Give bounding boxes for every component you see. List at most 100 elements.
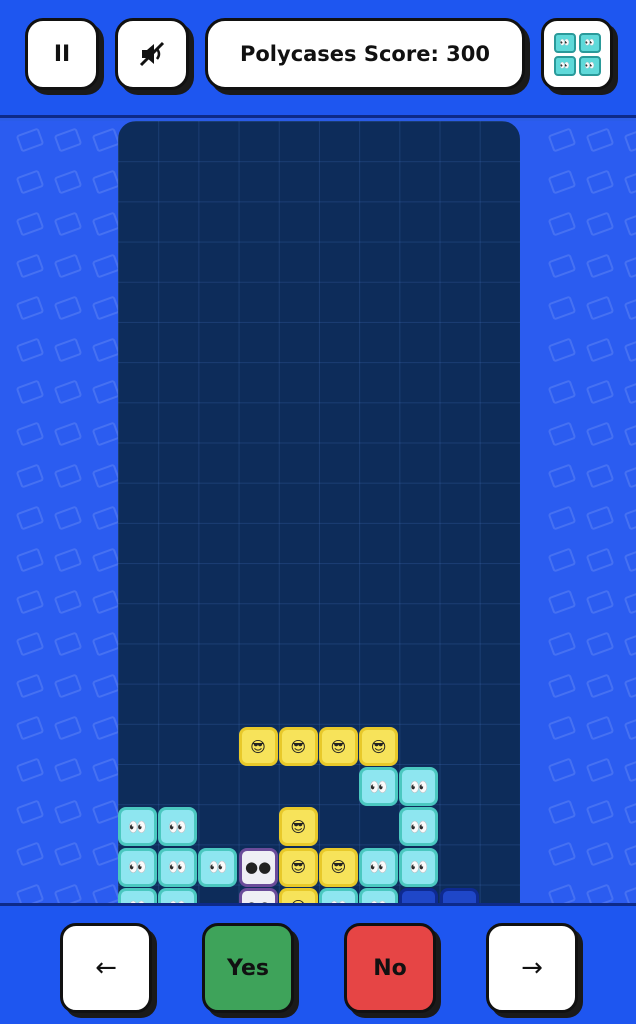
sound-toggle-button[interactable]	[115, 18, 189, 90]
pattern-envelope-icon	[91, 211, 121, 237]
mini-block: 👀	[578, 55, 601, 76]
block-face-icon: 👀	[409, 777, 429, 796]
block-face-icon: 👀	[409, 817, 429, 836]
pattern-envelope-icon	[53, 421, 83, 447]
pattern-envelope-icon	[15, 547, 45, 573]
pattern-envelope-icon	[53, 253, 83, 279]
pattern-envelope-icon	[623, 169, 636, 195]
pattern-envelope-icon	[547, 127, 577, 153]
pattern-envelope-icon	[547, 715, 577, 741]
pattern-envelope-icon	[585, 841, 615, 867]
pattern-envelope-icon	[585, 757, 615, 783]
pattern-envelope-icon	[585, 211, 615, 237]
block-menu-button[interactable]: 👀 👀 👀 👀	[541, 18, 613, 90]
pattern-envelope-icon	[623, 421, 636, 447]
pattern-envelope-icon	[15, 757, 45, 783]
block-face-icon: 😎	[290, 737, 307, 756]
pattern-envelope-icon	[53, 715, 83, 741]
pattern-envelope-icon	[15, 463, 45, 489]
yellow-block: 😎	[319, 727, 358, 766]
pattern-envelope-icon	[53, 631, 83, 657]
pattern-envelope-icon	[15, 589, 45, 615]
yes-button[interactable]: Yes	[202, 923, 294, 1013]
pattern-envelope-icon	[91, 169, 121, 195]
cyan-block: 👀	[118, 807, 157, 847]
white-block: ●●	[238, 847, 278, 887]
pattern-envelope-icon	[585, 127, 615, 153]
no-label: No	[373, 955, 407, 981]
pattern-envelope-icon	[15, 379, 45, 405]
pattern-envelope-icon	[15, 127, 45, 153]
yellow-block: 😎	[319, 847, 358, 887]
score-text: Polycases Score: 300	[239, 42, 491, 66]
pattern-envelope-icon	[91, 841, 121, 867]
pattern-envelope-icon	[623, 127, 636, 153]
pattern-envelope-icon	[585, 379, 615, 405]
pattern-envelope-icon	[53, 463, 83, 489]
pattern-envelope-icon	[547, 757, 577, 783]
pattern-envelope-icon	[15, 211, 45, 237]
score-display: Polycases Score: 300	[205, 18, 525, 90]
pattern-envelope-icon	[547, 337, 577, 363]
pattern-envelope-icon	[585, 505, 615, 531]
block-face-icon: 😎	[330, 737, 347, 756]
pattern-envelope-icon	[15, 673, 45, 699]
pattern-envelope-icon	[91, 127, 121, 153]
yellow-block: 😎	[359, 727, 399, 766]
pattern-envelope-icon	[585, 463, 615, 489]
sound-muted-icon	[139, 41, 165, 67]
top-bar: II Polycases Score: 300 👀 👀 👀 👀	[0, 0, 636, 118]
pattern-envelope-icon	[91, 673, 121, 699]
pause-button[interactable]: II	[25, 18, 99, 90]
pattern-envelope-icon	[53, 127, 83, 153]
yellow-block: 😎	[278, 727, 318, 766]
pattern-envelope-icon	[53, 589, 83, 615]
pattern-envelope-icon	[15, 841, 45, 867]
pattern-envelope-icon	[53, 883, 83, 903]
pattern-envelope-icon	[53, 211, 83, 237]
pattern-envelope-icon	[53, 673, 83, 699]
pattern-envelope-icon	[15, 169, 45, 195]
pattern-envelope-icon	[623, 841, 636, 867]
pattern-envelope-icon	[547, 169, 577, 195]
cyan-block: 👀	[399, 807, 439, 847]
mini-block: 👀	[553, 55, 576, 76]
pattern-envelope-icon	[53, 841, 83, 867]
cyan-block: 👀	[399, 847, 439, 887]
pattern-envelope-icon	[623, 673, 636, 699]
pattern-envelope-icon	[547, 463, 577, 489]
pattern-envelope-icon	[15, 421, 45, 447]
block-grid-icon: 👀 👀 👀 👀	[553, 32, 601, 76]
pattern-envelope-icon	[585, 253, 615, 279]
cyan-block: 👀	[359, 887, 399, 903]
pattern-envelope-icon	[15, 631, 45, 657]
pattern-envelope-icon	[623, 799, 636, 825]
cyan-block: 👀	[359, 767, 399, 807]
cyan-block: 👀	[158, 887, 198, 903]
pattern-envelope-icon	[623, 883, 636, 903]
pattern-envelope-icon	[585, 169, 615, 195]
pattern-envelope-icon	[15, 337, 45, 363]
pattern-envelope-icon	[547, 631, 577, 657]
pattern-envelope-icon	[547, 841, 577, 867]
pattern-envelope-icon	[585, 631, 615, 657]
game-board: 😎😎😎😎👀👀👀👀😎👀👀👀👀●●😎😎👀👀👀👀●●😎👀👀▾▾▾▾	[118, 121, 520, 903]
no-button[interactable]: No	[344, 923, 436, 1013]
white-block: ●●	[238, 887, 278, 903]
pattern-envelope-icon	[53, 505, 83, 531]
mini-block: 👀	[553, 32, 576, 53]
block-face-icon: 👀	[409, 858, 429, 877]
pattern-envelope-icon	[91, 799, 121, 825]
pattern-envelope-icon	[53, 757, 83, 783]
pattern-envelope-icon	[547, 883, 577, 903]
pattern-envelope-icon	[53, 547, 83, 573]
pattern-envelope-icon	[623, 547, 636, 573]
move-left-button[interactable]: ←	[60, 923, 152, 1013]
pattern-envelope-icon	[15, 295, 45, 321]
cyan-block: 👀	[359, 847, 399, 887]
pattern-envelope-icon	[623, 379, 636, 405]
block-face-icon: ●●	[245, 858, 272, 877]
pattern-envelope-icon	[91, 547, 121, 573]
pattern-envelope-icon	[547, 547, 577, 573]
move-right-button[interactable]: →	[486, 923, 578, 1013]
